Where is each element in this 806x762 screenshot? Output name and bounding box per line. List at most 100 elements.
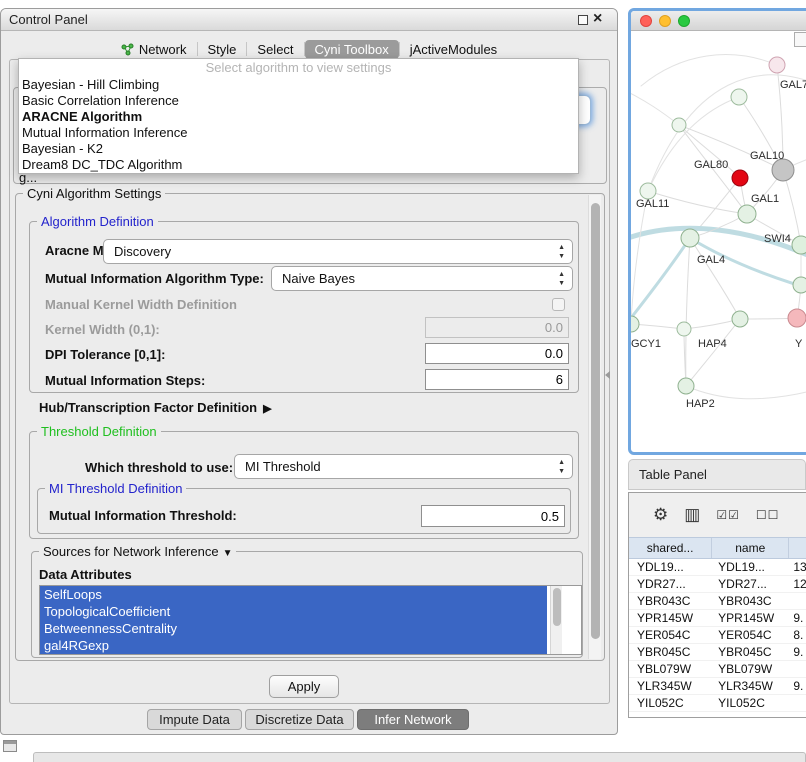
network-node[interactable] — [631, 316, 639, 332]
column-header-extra[interactable] — [789, 538, 806, 558]
mi-type-select[interactable]: Naive Bayes ▲▼ — [271, 266, 573, 291]
cell-name: YER054C — [712, 627, 789, 643]
splitter-collapse-arrow[interactable] — [605, 371, 610, 379]
attribute-list-item[interactable]: BetweennessCentrality — [40, 620, 547, 637]
tab-jactivemodules[interactable]: jActiveModules — [400, 40, 507, 59]
tab-impute-data[interactable]: Impute Data — [147, 709, 242, 730]
network-node-label: GAL11 — [636, 198, 669, 210]
table-row[interactable]: YDL19... YDL19... 13 — [629, 559, 806, 576]
table-row[interactable]: YIL052C YIL052C — [629, 695, 806, 712]
network-node[interactable] — [772, 159, 794, 181]
network-node[interactable] — [738, 205, 756, 223]
mi-type-label: Mutual Information Algorithm Type: — [45, 271, 264, 286]
cell-shared-name: YLR345W — [629, 678, 712, 694]
mi-threshold-field[interactable] — [421, 505, 565, 527]
dpi-tolerance-field[interactable] — [425, 343, 569, 364]
cell-name: YIL052C — [712, 695, 789, 711]
network-node[interactable] — [640, 183, 656, 199]
table-row[interactable]: YLR345W YLR345W 9. — [629, 678, 806, 695]
network-node[interactable] — [792, 236, 806, 254]
attribute-list-item[interactable]: SelfLoops — [40, 586, 547, 603]
tab-label: Discretize Data — [255, 712, 343, 727]
tab-style[interactable]: Style — [198, 40, 247, 59]
tab-discretize-data[interactable]: Discretize Data — [245, 709, 354, 730]
control-panel-tab-bar: Network Style Select Cyni Toolbox jActiv… — [1, 38, 617, 60]
network-node[interactable] — [788, 309, 806, 327]
algorithm-option[interactable]: Mutual Information Inference — [19, 125, 578, 141]
tab-select[interactable]: Select — [247, 40, 303, 59]
cell-extra — [789, 593, 806, 609]
kernel-width-label: Kernel Width (0,1): — [45, 322, 160, 337]
cell-extra: 8. — [789, 627, 806, 643]
tab-network[interactable]: Network — [111, 40, 197, 59]
network-node[interactable] — [731, 89, 747, 105]
algorithm-option[interactable]: Bayesian - Hill Climbing — [19, 77, 578, 93]
deselect-all-icon[interactable]: ☐☐ — [756, 508, 780, 522]
apply-label: Apply — [288, 679, 321, 694]
algorithm-option[interactable]: Basic Correlation Inference — [19, 93, 578, 109]
network-node[interactable] — [732, 170, 748, 186]
algorithm-option[interactable]: ARACNE Algorithm — [19, 109, 578, 125]
table-row[interactable]: YBR045C YBR045C 9. — [629, 644, 806, 661]
select-all-icon[interactable]: ☑☑ — [716, 508, 740, 522]
float-window-icon[interactable] — [578, 15, 588, 25]
network-node[interactable] — [769, 57, 785, 73]
columns-icon[interactable]: ▥ — [684, 505, 700, 525]
hub-factor-expander[interactable]: Hub/Transcription Factor Definition▶ — [39, 400, 272, 415]
network-node[interactable] — [672, 118, 686, 132]
network-window-titlebar[interactable] — [631, 11, 806, 31]
tab-infer-network[interactable]: Infer Network — [357, 709, 469, 730]
table-row[interactable]: YDR27... YDR27... 12 — [629, 576, 806, 593]
combo-arrows-icon: ▲▼ — [558, 270, 565, 288]
apply-button[interactable]: Apply — [269, 675, 339, 698]
column-header-shared-name[interactable]: shared... — [629, 538, 712, 558]
network-node[interactable] — [732, 311, 748, 327]
which-threshold-select[interactable]: MI Threshold ▲▼ — [234, 454, 573, 479]
network-graph[interactable]: GAL7GAL80GAL10GAL11GAL1SWI4GAL4GCY1HAP4Y… — [631, 31, 806, 452]
network-icon — [121, 43, 134, 56]
control-panel-titlebar: Control Panel × — [1, 9, 617, 31]
tab-label: Network — [139, 42, 187, 57]
sources-title[interactable]: Sources for Network Inference▼ — [39, 544, 236, 559]
settings-scrollbar-thumb[interactable] — [591, 203, 600, 639]
network-node[interactable] — [681, 229, 699, 247]
algorithm-option[interactable]: Bayesian - K2 — [19, 141, 578, 157]
network-node[interactable] — [678, 378, 694, 394]
gear-icon[interactable]: ⚙ — [653, 505, 668, 525]
control-panel-window: Control Panel × Network Style Select Cyn… — [0, 8, 618, 735]
mi-steps-field[interactable] — [425, 369, 569, 390]
table-row[interactable]: YER054C YER054C 8. — [629, 627, 806, 644]
collapsed-panel-icon[interactable] — [3, 740, 17, 752]
attribute-list-item[interactable]: gal4RGexp — [40, 637, 547, 654]
cell-extra: 13 — [789, 559, 806, 575]
cell-shared-name: YDL19... — [629, 559, 712, 575]
attribute-list-scrollbar[interactable] — [550, 586, 562, 654]
table-toolbar: ⚙ ▥ ☑☑ ☐☐ — [629, 493, 806, 537]
network-canvas[interactable]: GAL7GAL80GAL10GAL11GAL1SWI4GAL4GCY1HAP4Y… — [631, 31, 806, 452]
attribute-list-scrollbar-thumb[interactable] — [553, 588, 561, 626]
table-row[interactable]: YBR043C YBR043C — [629, 593, 806, 610]
cell-shared-name: YPR145W — [629, 610, 712, 626]
manual-kernel-checkbox — [552, 298, 565, 311]
network-node[interactable] — [793, 277, 806, 293]
bottom-panel-edge — [33, 752, 806, 762]
attribute-list[interactable]: SelfLoops TopologicalCoefficient Between… — [39, 585, 582, 655]
tab-cyni-toolbox[interactable]: Cyni Toolbox — [305, 40, 399, 59]
algorithm-option[interactable]: Dream8 DC_TDC Algorithm — [19, 157, 578, 173]
minimize-traffic-light-icon[interactable] — [659, 15, 671, 27]
aracne-mode-select[interactable]: Discovery ▲▼ — [103, 239, 573, 264]
close-traffic-light-icon[interactable] — [640, 15, 652, 27]
zoom-traffic-light-icon[interactable] — [678, 15, 690, 27]
table-row[interactable]: YPR145W YPR145W 9. — [629, 610, 806, 627]
attribute-list-item[interactable]: TopologicalCoefficient — [40, 603, 547, 620]
cell-extra: 12 — [789, 576, 806, 592]
network-node-label: GCY1 — [631, 338, 661, 350]
network-node-label: HAP2 — [686, 398, 715, 410]
cell-name: YDR27... — [712, 576, 789, 592]
table-row[interactable]: YBL079W YBL079W — [629, 661, 806, 678]
cell-name: YDL19... — [712, 559, 789, 575]
close-icon[interactable]: × — [593, 10, 602, 28]
settings-scrollbar[interactable] — [588, 195, 601, 659]
network-node[interactable] — [677, 322, 691, 336]
network-scrollbar-button[interactable] — [794, 32, 806, 47]
